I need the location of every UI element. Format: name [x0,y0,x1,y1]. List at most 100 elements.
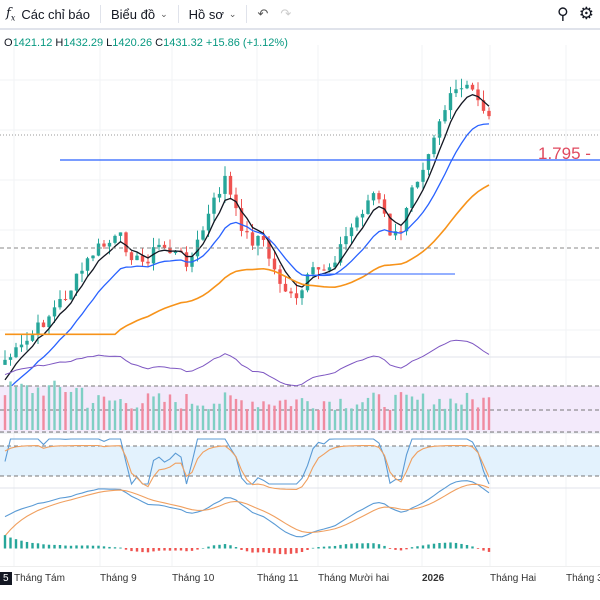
macd-histogram-bar [14,539,18,549]
macd-histogram-bar [284,548,287,555]
volume-bar [42,395,45,430]
macd-histogram-bar [179,548,183,551]
macd-histogram-bar [410,547,414,549]
axis-label: 2026 [422,573,445,584]
candle-body [228,175,233,195]
macd-histogram-bar [25,541,29,549]
macd-histogram-bar [86,545,89,549]
candle-body [58,298,62,308]
volume-bar [102,396,106,430]
macd-histogram-bar [146,548,150,553]
macd-histogram-bar [190,548,194,551]
volume-bar [487,397,491,430]
candle-body [272,258,277,270]
volume-bar [223,392,227,430]
macd-histogram-bar [69,545,73,549]
macd-histogram-bar [372,543,375,549]
macd-histogram-bar [256,548,260,553]
volume-bar [124,403,128,430]
volume-bar [416,399,419,430]
candle-body [206,213,211,231]
macd-histogram-bar [427,544,430,549]
ema-mid-line [4,123,490,392]
macd-histogram-bar [339,544,342,549]
volume-bar [75,387,78,430]
volume-bar [311,408,315,430]
volume-bar [3,395,7,430]
macd-histogram-bar [80,545,84,549]
volume-bar [284,399,287,430]
candle-body [366,200,370,214]
rsi-band [0,386,600,432]
candle-body [426,154,431,170]
macd-histogram-bar [273,548,276,554]
volume-bar [157,393,161,430]
candle-body [113,235,117,243]
candle-body [300,290,304,299]
volume-bar [333,409,337,430]
axis-label: Tháng 10 [172,573,215,584]
macd-histogram-bar [482,548,485,551]
macd-histogram-bar [405,548,408,550]
macd-histogram-bar [432,543,436,549]
candle-body [245,230,249,233]
macd-histogram-bar [476,548,480,549]
macd-histogram-bar [201,547,205,549]
candle-body [410,187,414,208]
volume-bar [251,401,254,430]
volume-bar [58,387,62,430]
macd-histogram-bar [163,548,166,551]
volume-bar [421,393,425,430]
volume-bar [322,401,326,430]
macd-histogram-bar [124,548,128,550]
volume-bar [460,404,463,430]
candle-body [129,252,134,261]
macd-signal-line [4,483,490,537]
candle-body [278,269,282,284]
macd-histogram-bar [460,543,463,549]
candle-body [146,261,150,264]
macd-histogram-bar [108,546,111,549]
macd-histogram-bar [487,548,491,552]
candle-body [212,197,216,214]
candle-body [476,89,480,101]
macd-histogram-bar [251,548,254,553]
candle-body [250,232,255,246]
candle-body [217,193,222,198]
candle-body [14,347,18,358]
volume-bar [350,408,353,430]
macd-histogram-bar [31,542,34,549]
macd-histogram-bar [295,548,298,554]
macd-histogram-bar [212,545,216,549]
volume-bar [267,404,271,430]
candle-body [289,291,293,294]
volume-bar [196,405,199,430]
macd-histogram-bar [223,544,227,549]
macd-histogram-bar [102,546,106,549]
volume-bar [295,399,298,430]
macd-histogram-bar [119,547,122,549]
macd-histogram-bar [58,545,62,549]
macd-histogram-bar [306,548,309,551]
volume-bar [113,400,117,430]
volume-bar [289,406,293,430]
price-chart[interactable] [0,0,600,566]
volume-bar [168,394,172,430]
volume-bar [201,405,205,430]
volume-bar [229,395,232,430]
candle-body [432,137,436,155]
volume-bar [465,392,469,430]
volume-bar [317,409,320,430]
candle-body [47,316,51,328]
axis-label: Tháng 11 [257,573,299,584]
volume-bar [273,405,276,430]
candle-body [3,359,7,365]
volume-bar [218,403,221,430]
axis-label: Tháng Tám [14,573,65,584]
volume-bar [454,403,458,430]
candle-body [256,235,260,246]
candle-body [184,252,189,267]
macd-histogram-bar [113,547,117,549]
time-axis[interactable]: 5 Tháng Tám Tháng 9 Tháng 10 Tháng 11 Th… [0,566,600,588]
candle-body [465,84,469,89]
